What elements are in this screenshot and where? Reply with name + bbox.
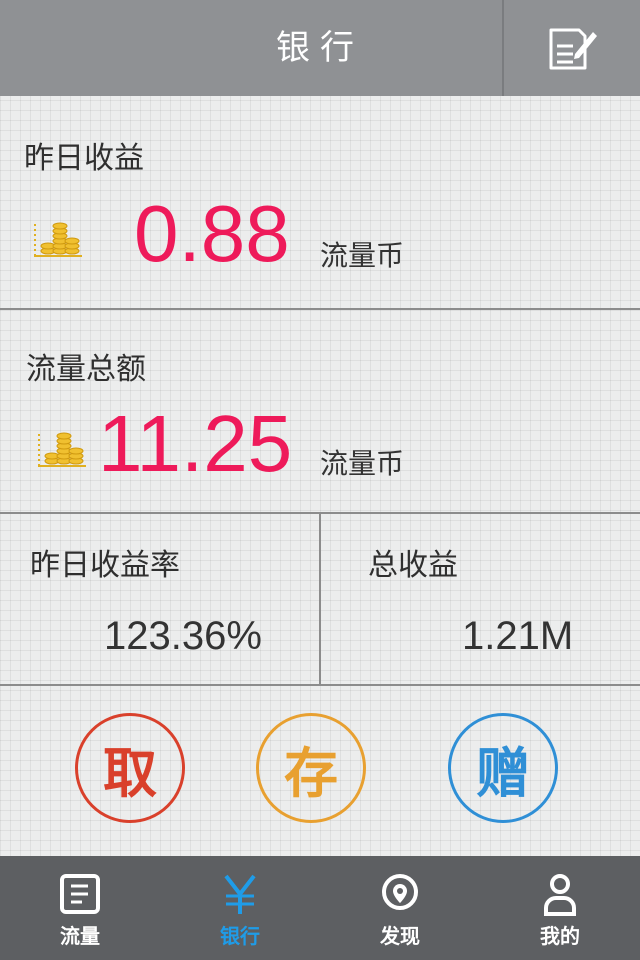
coin-stack-icon: [34, 222, 82, 257]
total-flow-unit: 流量币: [320, 447, 405, 480]
tab-label: 我的: [540, 924, 580, 948]
tab-label: 流量: [60, 924, 100, 948]
tab-flow[interactable]: 流量: [0, 856, 160, 960]
total-income-label: 总收益: [368, 548, 458, 583]
total-flow-value: 11.25: [98, 399, 293, 488]
yen-icon: [224, 874, 256, 914]
document-icon: [60, 874, 100, 914]
tab-discover[interactable]: 发现: [320, 856, 480, 960]
person-icon: [544, 874, 576, 916]
tab-label: 银行: [220, 924, 260, 948]
total-flow-label: 流量总额: [26, 352, 146, 387]
vertical-divider: [319, 514, 321, 686]
divider-line: [0, 684, 640, 686]
yesterday-income-value: 0.88: [134, 189, 290, 278]
compose-icon: [549, 28, 597, 70]
compose-button[interactable]: [504, 0, 640, 96]
coin-stack-icon: [38, 432, 86, 467]
tab-bar: 流量 银行 发现 我的: [0, 856, 640, 960]
total-income-value: 1.21M: [462, 614, 574, 658]
withdraw-button[interactable]: 取: [75, 713, 185, 823]
location-pin-icon: [382, 874, 418, 910]
tab-mine[interactable]: 我的: [480, 856, 640, 960]
divider-line: [0, 308, 640, 310]
gift-button[interactable]: 赠: [448, 713, 558, 823]
yesterday-rate-label: 昨日收益率: [30, 548, 180, 583]
yesterday-rate-value: 123.36%: [104, 614, 262, 658]
deposit-button[interactable]: 存: [256, 713, 366, 823]
tab-bank[interactable]: 银行: [160, 856, 320, 960]
header-bar: 银行: [0, 0, 640, 96]
yesterday-income-label: 昨日收益: [24, 141, 144, 176]
tab-label: 发现: [380, 924, 420, 948]
yesterday-income-unit: 流量币: [320, 239, 405, 272]
